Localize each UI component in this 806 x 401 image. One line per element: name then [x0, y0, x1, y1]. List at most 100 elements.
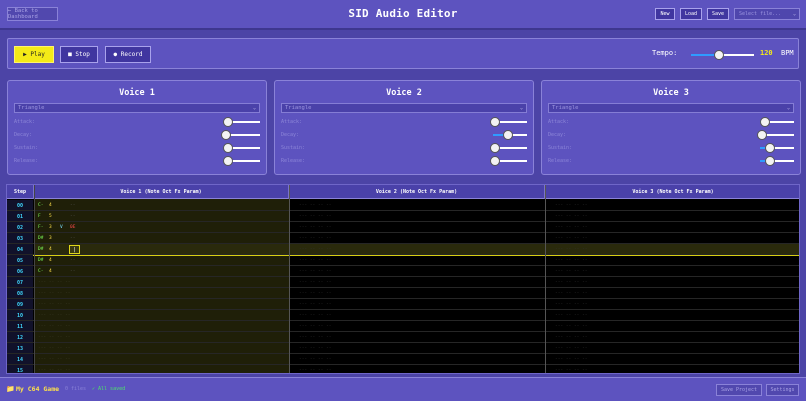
decay-slider[interactable] — [493, 130, 527, 140]
empty-cell: --- -- -- -- — [555, 247, 588, 252]
sustain-slider[interactable] — [760, 143, 794, 153]
file-select-placeholder: Select file... — [739, 11, 782, 17]
stop-button[interactable]: ■ Stop — [60, 46, 98, 63]
release-label: Release: — [281, 158, 306, 164]
voice-3-panel: Voice 3 Triangle ⌄ Attack: Decay: Sustain: Rel… — [541, 80, 801, 175]
empty-cell: --- -- -- -- — [38, 302, 71, 307]
voice-title: Voice 1 — [119, 88, 155, 98]
voice-1-cell[interactable]: --- -- -- -- — [38, 365, 71, 373]
sustain-slider-thumb[interactable] — [489, 143, 500, 153]
empty-cell: --- -- -- -- — [555, 357, 588, 362]
sustain-slider-thumb[interactable] — [222, 143, 233, 153]
decay-slider[interactable] — [221, 130, 260, 140]
empty-cell: --- -- -- -- — [555, 291, 588, 296]
empty-cell: --- -- -- -- — [555, 280, 588, 285]
octave: 4 — [49, 269, 52, 274]
empty-cell: --- -- -- -- — [555, 324, 588, 329]
note: D# — [38, 258, 44, 263]
decay-slider-thumb[interactable] — [221, 130, 231, 140]
decay-slider[interactable] — [756, 130, 794, 140]
empty-cell: --- -- -- -- — [299, 368, 332, 373]
sustain-slider[interactable] — [489, 143, 527, 153]
release-slider[interactable] — [222, 156, 260, 166]
empty-cell: --- -- -- -- — [38, 291, 71, 296]
waveform-select[interactable]: Triangle ⌄ — [281, 103, 527, 113]
decay-slider-thumb[interactable] — [503, 130, 514, 140]
sustain-slider-thumb[interactable] — [765, 143, 776, 153]
empty-cell: --- -- -- -- — [555, 335, 588, 340]
chevron-down-icon: ⌄ — [252, 105, 256, 111]
tempo-slider[interactable] — [691, 50, 754, 60]
empty-cell: --- -- -- -- — [299, 258, 332, 263]
note: F — [38, 214, 41, 219]
sustain-label: Sustain: — [14, 145, 39, 151]
param: -- — [70, 269, 76, 274]
file-select[interactable]: Select file... ⌄ — [734, 8, 800, 20]
voice-2-panel: Voice 2 Triangle ⌄ Attack: Decay: Sustain: Rel… — [274, 80, 534, 175]
voice-2-cell[interactable]: --- -- -- -- — [299, 365, 332, 373]
empty-cell: --- -- -- -- — [555, 368, 588, 373]
octave: 4 — [49, 203, 52, 208]
attack-slider[interactable] — [489, 117, 527, 127]
param: 0E — [70, 225, 76, 230]
release-slider[interactable] — [489, 156, 527, 166]
empty-cell: --- -- -- -- — [38, 335, 71, 340]
release-slider-thumb[interactable] — [489, 156, 500, 166]
release-slider-thumb[interactable] — [222, 156, 233, 166]
waveform-select[interactable]: Triangle ⌄ — [14, 103, 260, 113]
attack-label: Attack: — [14, 119, 36, 125]
empty-cell: --- -- -- -- — [299, 291, 332, 296]
voice-3-cell[interactable]: --- -- -- -- — [555, 365, 588, 373]
step-column-header: Step — [7, 185, 34, 199]
transport-bar: ▶ Play ■ Stop ● Record Tempo: 120 BPM — [7, 38, 799, 69]
empty-cell: --- -- -- -- — [555, 203, 588, 208]
tempo-label: Tempo: — [652, 49, 678, 57]
edit-cursor-glyph: | — [72, 246, 76, 253]
project-name[interactable]: My C64 Game — [16, 385, 59, 393]
empty-cell: --- -- -- -- — [299, 302, 332, 307]
attack-slider-thumb[interactable] — [222, 117, 233, 127]
save-project-button[interactable]: Save Project — [716, 384, 762, 396]
waveform-select[interactable]: Triangle ⌄ — [548, 103, 794, 113]
edit-cursor[interactable]: | — [69, 245, 80, 254]
empty-cell: --- -- -- -- — [299, 269, 332, 274]
sustain-slider[interactable] — [222, 143, 260, 153]
empty-cell: --- -- -- -- — [555, 346, 588, 351]
empty-cell: --- -- -- -- — [299, 247, 332, 252]
decay-slider-thumb[interactable] — [756, 130, 767, 140]
empty-cell: --- -- -- -- — [555, 214, 588, 219]
empty-cell: --- -- -- -- — [299, 313, 332, 318]
play-button[interactable]: ▶ Play — [14, 46, 54, 63]
release-slider[interactable] — [760, 156, 794, 166]
folder-icon: 📁 — [6, 385, 15, 393]
voice-3-column-header: Voice 3 (Note Oct Fx Param) — [632, 189, 714, 195]
chevron-down-icon: ⌄ — [786, 105, 790, 111]
empty-cell: --- -- -- -- — [299, 335, 332, 340]
empty-cell: --- -- -- -- — [555, 269, 588, 274]
octave: 3 — [49, 225, 52, 230]
tracker-header: Step Voice 1 (Note Oct Fx Param) Voice 2… — [7, 185, 799, 199]
status-bar: 📁 My C64 Game 0 files ✓ All saved Save P… — [0, 377, 806, 401]
empty-cell: --- -- -- -- — [555, 236, 588, 241]
tempo-slider-thumb[interactable] — [714, 50, 725, 60]
empty-cell: --- -- -- -- — [555, 225, 588, 230]
attack-slider-thumb[interactable] — [489, 117, 500, 127]
save-status: ✓ All saved — [92, 386, 126, 392]
empty-cell: --- -- -- -- — [299, 203, 332, 208]
attack-slider[interactable] — [222, 117, 260, 127]
record-button[interactable]: ● Record — [105, 46, 151, 63]
voice-2-column-header: Voice 2 (Note Oct Fx Param) — [289, 185, 545, 199]
new-button[interactable]: New — [655, 8, 675, 20]
empty-cell: --- -- -- -- — [299, 280, 332, 285]
attack-slider[interactable] — [760, 117, 794, 127]
settings-button[interactable]: Settings — [766, 384, 799, 396]
load-button[interactable]: Load — [680, 8, 702, 20]
attack-slider-thumb[interactable] — [760, 117, 771, 127]
empty-cell: --- -- -- -- — [299, 225, 332, 230]
release-slider-thumb[interactable] — [765, 156, 776, 166]
param: -- — [70, 214, 76, 219]
effect: V — [60, 225, 63, 230]
note: D# — [38, 247, 44, 252]
empty-cell: --- -- -- -- — [299, 236, 332, 241]
save-button[interactable]: Save — [707, 8, 729, 20]
